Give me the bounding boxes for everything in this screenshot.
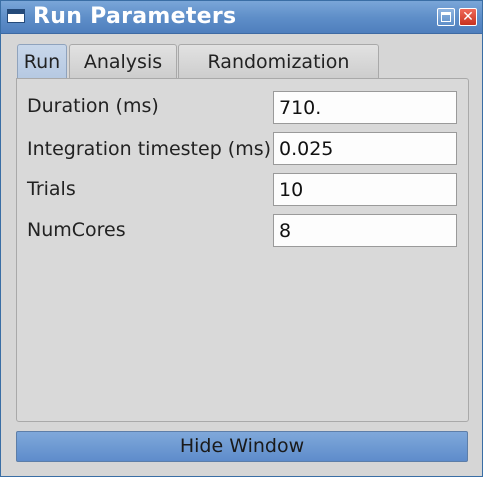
title-bar[interactable]: Run Parameters ✕ xyxy=(1,1,482,34)
integration-timestep-label: Integration timestep (ms) xyxy=(27,138,272,160)
window-icon[interactable] xyxy=(7,9,25,23)
run-tab-panel xyxy=(16,78,469,422)
maximize-icon xyxy=(441,12,451,22)
tab-randomization-seeds[interactable]: Randomization Seeds xyxy=(178,44,379,107)
trials-label: Trials xyxy=(27,178,76,200)
hide-window-button[interactable]: Hide Window xyxy=(16,431,468,462)
trials-input[interactable] xyxy=(273,173,457,206)
duration-label: Duration (ms) xyxy=(27,95,159,117)
run-parameters-window: Run Parameters ✕ Run Analysis Randomizat… xyxy=(0,0,483,477)
tab-analysis[interactable]: Analysis xyxy=(69,44,177,78)
window-title: Run Parameters xyxy=(33,4,237,29)
duration-input[interactable] xyxy=(273,91,457,124)
maximize-button[interactable] xyxy=(437,8,455,26)
numcores-input[interactable] xyxy=(273,214,457,247)
integration-timestep-input[interactable] xyxy=(273,132,457,165)
numcores-label: NumCores xyxy=(27,219,126,241)
close-icon: ✕ xyxy=(462,9,474,25)
close-button[interactable]: ✕ xyxy=(459,8,477,26)
tab-run[interactable]: Run xyxy=(17,44,67,78)
